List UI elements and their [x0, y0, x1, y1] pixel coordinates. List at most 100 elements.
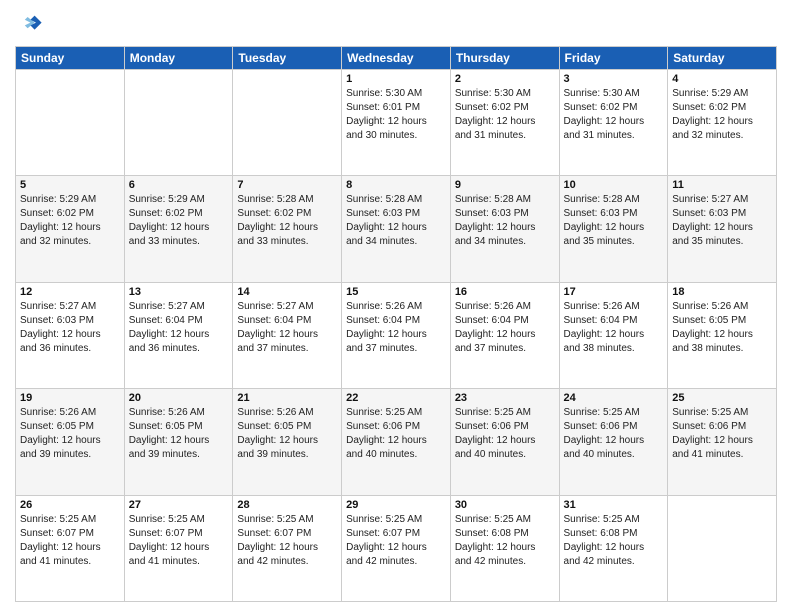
calendar-week-row: 5Sunrise: 5:29 AMSunset: 6:02 PMDaylight…	[16, 176, 777, 282]
calendar-cell: 10 Sunrise: 5:28 AMSunset: 6:03 PMDayligh…	[559, 176, 668, 282]
day-number: 3	[564, 73, 664, 85]
calendar-header-row: SundayMondayTuesdayWednesdayThursdayFrid…	[16, 47, 777, 70]
day-info: Sunrise: 5:26 AMSunset: 6:05 PMDaylight:…	[20, 406, 120, 462]
day-info: Sunrise: 5:29 AMSunset: 6:02 PMDaylight:…	[129, 193, 229, 249]
day-info: Sunrise: 5:28 AMSunset: 6:03 PMDaylight:…	[564, 193, 664, 249]
calendar-week-row: 12Sunrise: 5:27 AMSunset: 6:03 PMDayligh…	[16, 282, 777, 388]
calendar-cell: 6 Sunrise: 5:29 AMSunset: 6:02 PMDaylight…	[124, 176, 233, 282]
calendar-cell: 2Sunrise: 5:30 AMSunset: 6:02 PMDaylight…	[450, 70, 559, 176]
day-number: 19	[20, 392, 120, 404]
day-info: Sunrise: 5:29 AMSunset: 6:02 PMDaylight:…	[672, 87, 772, 143]
calendar-week-row: 26 Sunrise: 5:25 AMSunset: 6:07 PMDayligh…	[16, 495, 777, 601]
calendar-week-row: 19 Sunrise: 5:26 AMSunset: 6:05 PMDayligh…	[16, 389, 777, 495]
day-info: Sunrise: 5:25 AMSunset: 6:07 PMDaylight:…	[346, 513, 446, 569]
day-number: 24	[564, 392, 664, 404]
day-info: Sunrise: 5:26 AMSunset: 6:04 PMDaylight:…	[455, 300, 555, 356]
calendar-table: SundayMondayTuesdayWednesdayThursdayFrid…	[15, 46, 777, 602]
day-info: Sunrise: 5:25 AMSunset: 6:07 PMDaylight:…	[20, 513, 120, 569]
day-number: 1	[346, 73, 446, 85]
day-number: 4	[672, 73, 772, 85]
day-info: Sunrise: 5:26 AMSunset: 6:05 PMDaylight:…	[237, 406, 337, 462]
calendar-cell: 27Sunrise: 5:25 AMSunset: 6:07 PMDayligh…	[124, 495, 233, 601]
calendar-cell: 25 Sunrise: 5:25 AMSunset: 6:06 PMDayligh…	[668, 389, 777, 495]
day-number: 7	[237, 179, 337, 191]
day-number: 15	[346, 286, 446, 298]
day-info: Sunrise: 5:29 AMSunset: 6:02 PMDaylight:…	[20, 193, 120, 249]
day-info: Sunrise: 5:27 AMSunset: 6:04 PMDaylight:…	[237, 300, 337, 356]
day-number: 26	[20, 499, 120, 511]
day-number: 14	[237, 286, 337, 298]
calendar-cell: 9 Sunrise: 5:28 AMSunset: 6:03 PMDaylight…	[450, 176, 559, 282]
day-info: Sunrise: 5:26 AMSunset: 6:04 PMDaylight:…	[346, 300, 446, 356]
day-number: 25	[672, 392, 772, 404]
calendar-cell	[16, 70, 125, 176]
col-header-thursday: Thursday	[450, 47, 559, 70]
day-number: 13	[129, 286, 229, 298]
day-info: Sunrise: 5:30 AMSunset: 6:02 PMDaylight:…	[564, 87, 664, 143]
logo-icon	[15, 10, 43, 38]
calendar-cell: 22Sunrise: 5:25 AMSunset: 6:06 PMDayligh…	[342, 389, 451, 495]
day-info: Sunrise: 5:28 AMSunset: 6:03 PMDaylight:…	[455, 193, 555, 249]
day-number: 29	[346, 499, 446, 511]
day-number: 11	[672, 179, 772, 191]
calendar-cell	[668, 495, 777, 601]
calendar-cell: 7 Sunrise: 5:28 AMSunset: 6:02 PMDaylight…	[233, 176, 342, 282]
day-info: Sunrise: 5:25 AMSunset: 6:06 PMDaylight:…	[672, 406, 772, 462]
day-number: 9	[455, 179, 555, 191]
day-number: 23	[455, 392, 555, 404]
calendar-cell: 11 Sunrise: 5:27 AMSunset: 6:03 PMDayligh…	[668, 176, 777, 282]
calendar-cell: 19 Sunrise: 5:26 AMSunset: 6:05 PMDayligh…	[16, 389, 125, 495]
calendar-cell: 12Sunrise: 5:27 AMSunset: 6:03 PMDayligh…	[16, 282, 125, 388]
header	[15, 10, 777, 38]
day-info: Sunrise: 5:25 AMSunset: 6:08 PMDaylight:…	[455, 513, 555, 569]
day-info: Sunrise: 5:27 AMSunset: 6:03 PMDaylight:…	[672, 193, 772, 249]
day-number: 12	[20, 286, 120, 298]
day-number: 8	[346, 179, 446, 191]
day-number: 18	[672, 286, 772, 298]
day-number: 6	[129, 179, 229, 191]
calendar-cell: 1Sunrise: 5:30 AMSunset: 6:01 PMDaylight…	[342, 70, 451, 176]
calendar-cell: 4 Sunrise: 5:29 AMSunset: 6:02 PMDaylight…	[668, 70, 777, 176]
col-header-friday: Friday	[559, 47, 668, 70]
day-number: 30	[455, 499, 555, 511]
calendar-cell: 13 Sunrise: 5:27 AMSunset: 6:04 PMDayligh…	[124, 282, 233, 388]
day-info: Sunrise: 5:28 AMSunset: 6:03 PMDaylight:…	[346, 193, 446, 249]
calendar-cell: 26 Sunrise: 5:25 AMSunset: 6:07 PMDayligh…	[16, 495, 125, 601]
logo	[15, 10, 47, 38]
calendar-cell: 8 Sunrise: 5:28 AMSunset: 6:03 PMDaylight…	[342, 176, 451, 282]
calendar-week-row: 1Sunrise: 5:30 AMSunset: 6:01 PMDaylight…	[16, 70, 777, 176]
day-info: Sunrise: 5:28 AMSunset: 6:02 PMDaylight:…	[237, 193, 337, 249]
calendar-cell: 5Sunrise: 5:29 AMSunset: 6:02 PMDaylight…	[16, 176, 125, 282]
day-number: 2	[455, 73, 555, 85]
day-number: 28	[237, 499, 337, 511]
day-info: Sunrise: 5:26 AMSunset: 6:04 PMDaylight:…	[564, 300, 664, 356]
day-info: Sunrise: 5:25 AMSunset: 6:08 PMDaylight:…	[564, 513, 664, 569]
day-number: 31	[564, 499, 664, 511]
page: SundayMondayTuesdayWednesdayThursdayFrid…	[0, 0, 792, 612]
day-number: 20	[129, 392, 229, 404]
day-info: Sunrise: 5:26 AMSunset: 6:05 PMDaylight:…	[672, 300, 772, 356]
col-header-sunday: Sunday	[16, 47, 125, 70]
day-info: Sunrise: 5:27 AMSunset: 6:04 PMDaylight:…	[129, 300, 229, 356]
col-header-monday: Monday	[124, 47, 233, 70]
day-number: 27	[129, 499, 229, 511]
day-info: Sunrise: 5:26 AMSunset: 6:05 PMDaylight:…	[129, 406, 229, 462]
day-number: 21	[237, 392, 337, 404]
calendar-cell: 18 Sunrise: 5:26 AMSunset: 6:05 PMDayligh…	[668, 282, 777, 388]
calendar-cell	[124, 70, 233, 176]
calendar-cell: 28 Sunrise: 5:25 AMSunset: 6:07 PMDayligh…	[233, 495, 342, 601]
calendar-cell: 15 Sunrise: 5:26 AMSunset: 6:04 PMDayligh…	[342, 282, 451, 388]
calendar-cell: 24 Sunrise: 5:25 AMSunset: 6:06 PMDayligh…	[559, 389, 668, 495]
calendar-cell: 14 Sunrise: 5:27 AMSunset: 6:04 PMDayligh…	[233, 282, 342, 388]
calendar-cell: 30 Sunrise: 5:25 AMSunset: 6:08 PMDayligh…	[450, 495, 559, 601]
calendar-cell: 23Sunrise: 5:25 AMSunset: 6:06 PMDayligh…	[450, 389, 559, 495]
col-header-wednesday: Wednesday	[342, 47, 451, 70]
day-info: Sunrise: 5:25 AMSunset: 6:07 PMDaylight:…	[237, 513, 337, 569]
calendar-cell: 29 Sunrise: 5:25 AMSunset: 6:07 PMDayligh…	[342, 495, 451, 601]
day-number: 16	[455, 286, 555, 298]
day-info: Sunrise: 5:25 AMSunset: 6:06 PMDaylight:…	[564, 406, 664, 462]
calendar-cell: 3 Sunrise: 5:30 AMSunset: 6:02 PMDaylight…	[559, 70, 668, 176]
calendar-cell: 16 Sunrise: 5:26 AMSunset: 6:04 PMDayligh…	[450, 282, 559, 388]
day-number: 10	[564, 179, 664, 191]
day-number: 17	[564, 286, 664, 298]
